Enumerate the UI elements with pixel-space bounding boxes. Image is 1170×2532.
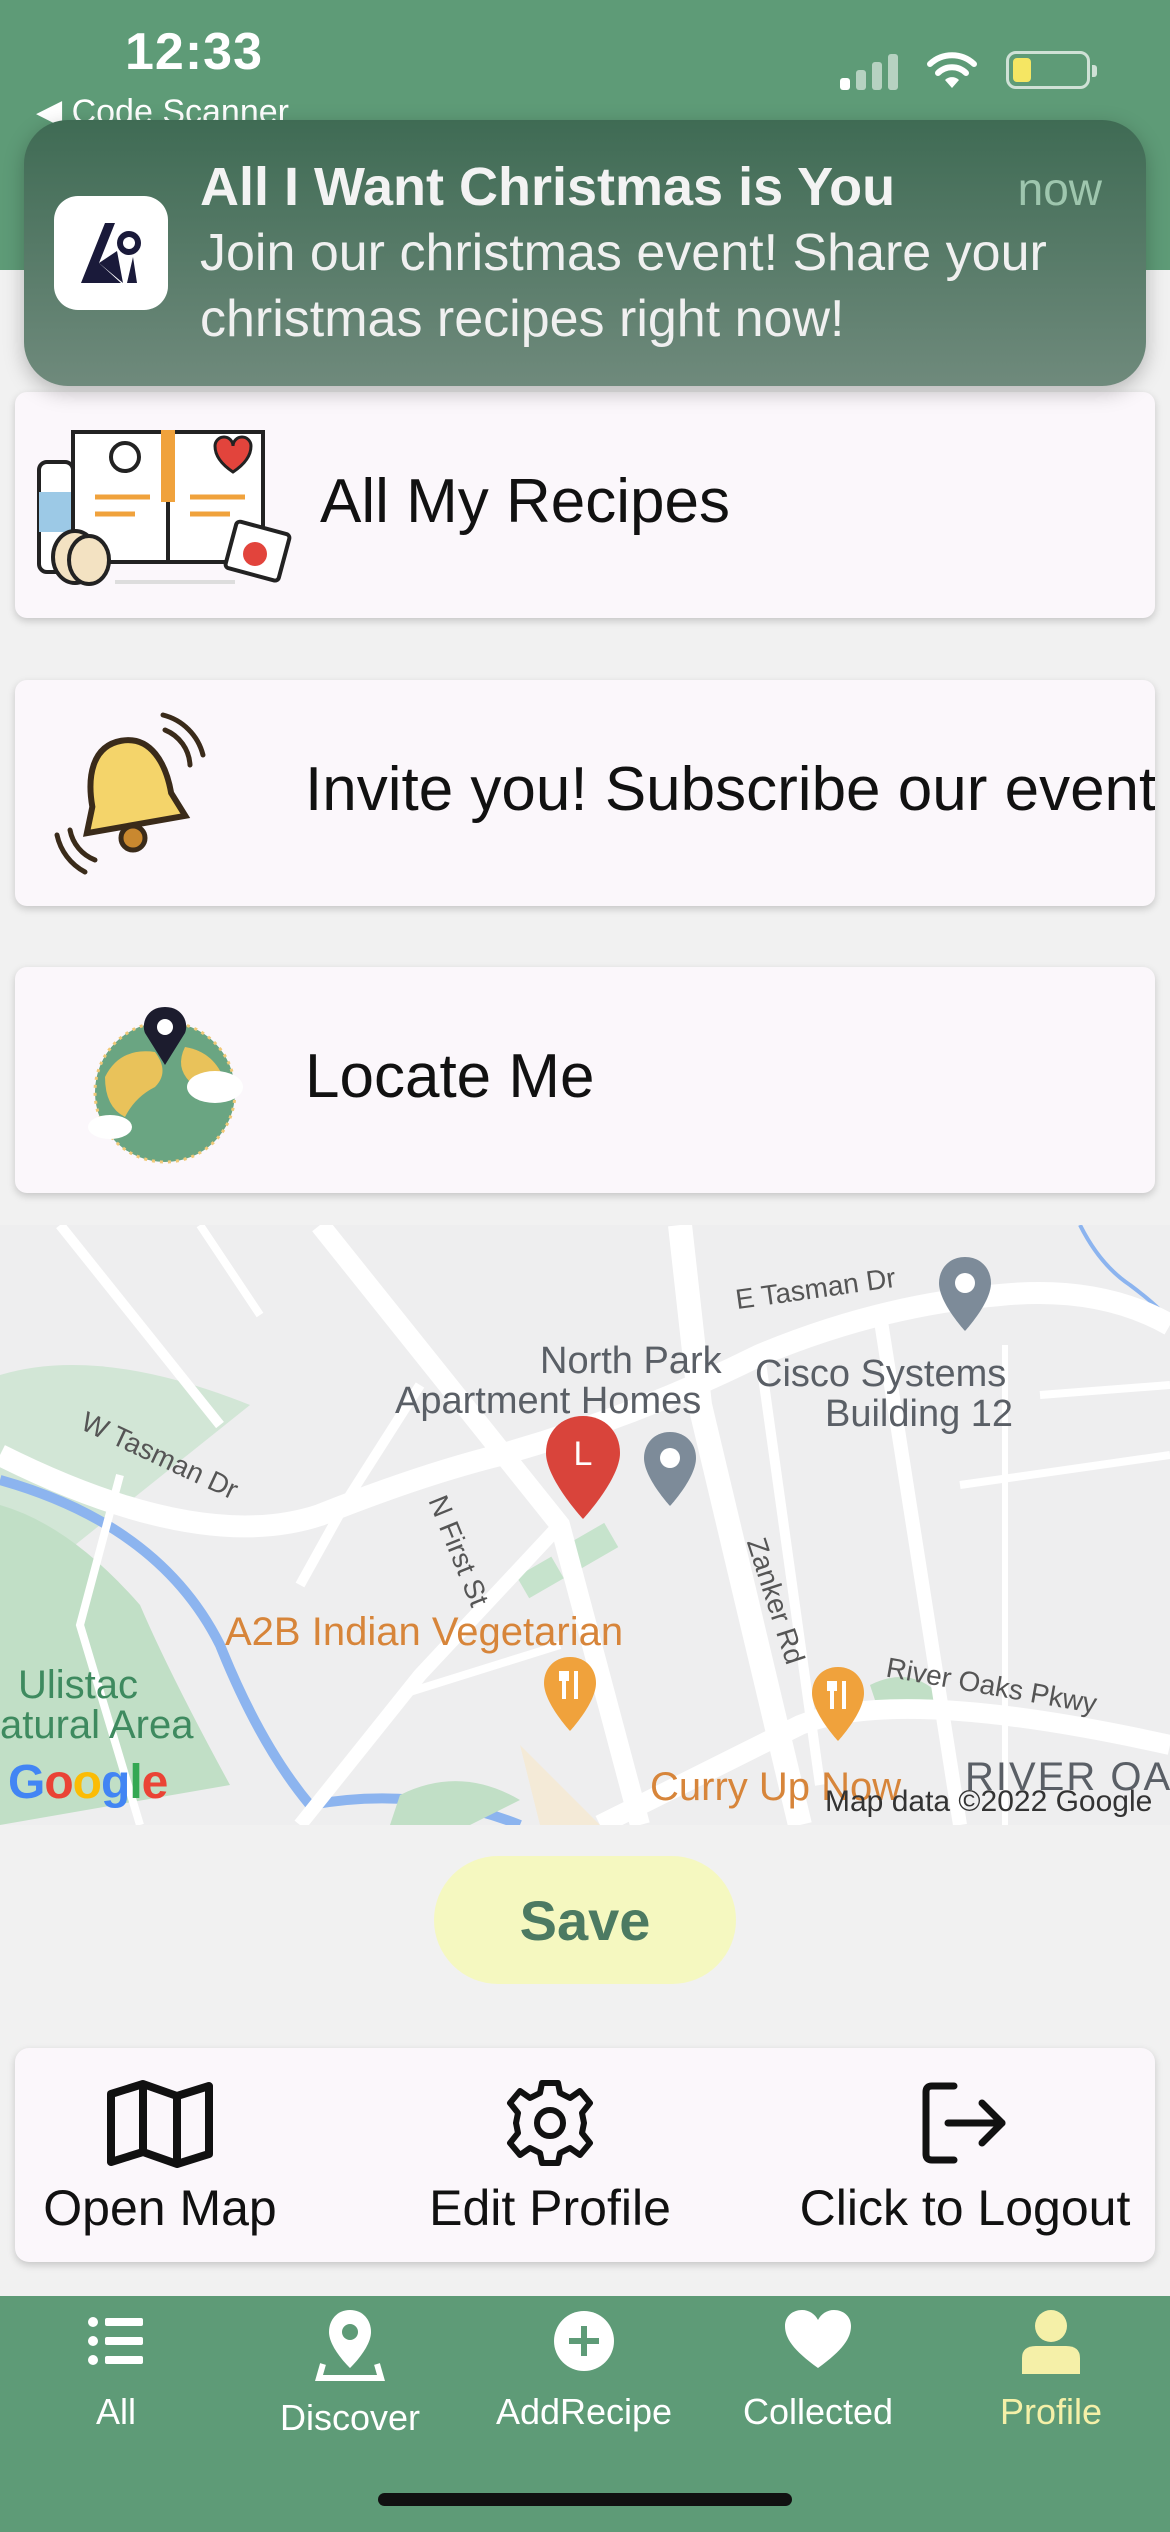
notification-title: All I Want Christmas is You — [200, 157, 896, 217]
notification-body: Join our christmas event! Share your chr… — [200, 224, 1047, 348]
map-pin-icon — [315, 2310, 385, 2381]
place-ulistac: Ulistac — [18, 1663, 139, 1707]
plus-circle-icon — [554, 2311, 614, 2371]
place-a2b-restaurant[interactable]: A2B Indian Vegetarian — [225, 1610, 623, 1655]
place-north-park: North Park — [540, 1340, 722, 1382]
profile-actions: Open Map Edit Profile Click to Logout — [15, 2048, 1155, 2262]
map-icon — [107, 2080, 213, 2168]
bell-icon — [54, 712, 206, 875]
battery-icon — [1006, 51, 1097, 89]
screen: 12:33 ◀ Code Scanner All My Recipes Invi… — [0, 0, 1170, 2532]
cellular-signal-icon — [840, 50, 898, 90]
status-icons — [840, 50, 1097, 90]
wifi-icon — [927, 52, 977, 88]
edit-profile-button[interactable]: Edit Profile — [405, 2078, 695, 2237]
logout-button[interactable]: Click to Logout — [785, 2078, 1145, 2237]
user-icon — [1022, 2310, 1080, 2374]
current-location-marker-icon[interactable]: L — [543, 1413, 623, 1523]
locate-me-label: Locate Me — [305, 1042, 595, 1111]
gear-icon — [507, 2080, 593, 2166]
all-my-recipes-label: All My Recipes — [320, 467, 730, 536]
tab-all[interactable]: All — [6, 2306, 226, 2433]
tab-add-recipe[interactable]: AddRecipe — [474, 2306, 694, 2433]
tab-collected[interactable]: Collected — [708, 2306, 928, 2433]
place-natural-area: atural Area — [0, 1703, 194, 1747]
tab-profile-label: Profile — [999, 2391, 1103, 2432]
save-button[interactable]: Save — [434, 1856, 736, 1984]
notification-time: now — [1017, 163, 1102, 215]
restaurant-pin-icon[interactable] — [540, 1655, 600, 1735]
tab-discover[interactable]: Discover — [240, 2306, 460, 2439]
map-copyright: Map data ©2022 Google — [825, 1785, 1153, 1818]
map-view[interactable]: E Tasman Dr W Tasman Dr N First St Zanke… — [0, 1225, 1170, 1825]
map-pin-gray-icon[interactable] — [935, 1255, 995, 1335]
locate-me-card[interactable]: Locate Me — [15, 967, 1155, 1193]
globe-location-icon — [88, 1007, 243, 1164]
google-logo: Google — [8, 1756, 168, 1809]
open-map-label: Open Map — [43, 2180, 277, 2236]
tab-all-label: All — [95, 2391, 136, 2432]
status-time: 12:33 — [125, 23, 263, 81]
invite-event-card[interactable]: Invite you! Subscribe our event — [15, 680, 1155, 906]
map-pin-gray-icon[interactable] — [640, 1430, 700, 1510]
tab-profile[interactable]: Profile — [941, 2306, 1161, 2433]
place-cisco: Cisco Systems — [755, 1353, 1007, 1395]
place-building-12: Building 12 — [825, 1393, 1014, 1435]
invite-event-label: Invite you! Subscribe our event — [305, 755, 1155, 824]
app-logo-icon — [81, 223, 141, 283]
tab-discover-label: Discover — [279, 2397, 421, 2438]
push-notification[interactable]: All I Want Christmas is You now Join our… — [24, 120, 1146, 386]
notification-app-icon — [54, 196, 168, 310]
open-map-button[interactable]: Open Map — [25, 2078, 295, 2237]
list-icon — [88, 2317, 143, 2365]
restaurant-pin-icon[interactable] — [808, 1665, 868, 1745]
home-indicator[interactable] — [378, 2493, 792, 2506]
marker-letter: L — [574, 1435, 593, 1473]
tab-add-recipe-label: AddRecipe — [495, 2391, 673, 2432]
heart-icon — [785, 2310, 851, 2368]
all-my-recipes-card[interactable]: All My Recipes — [15, 392, 1155, 618]
logout-icon — [922, 2082, 1006, 2164]
logout-label: Click to Logout — [799, 2180, 1131, 2236]
tab-collected-label: Collected — [742, 2391, 894, 2432]
recipe-book-icon — [37, 430, 292, 586]
edit-profile-label: Edit Profile — [429, 2180, 671, 2236]
